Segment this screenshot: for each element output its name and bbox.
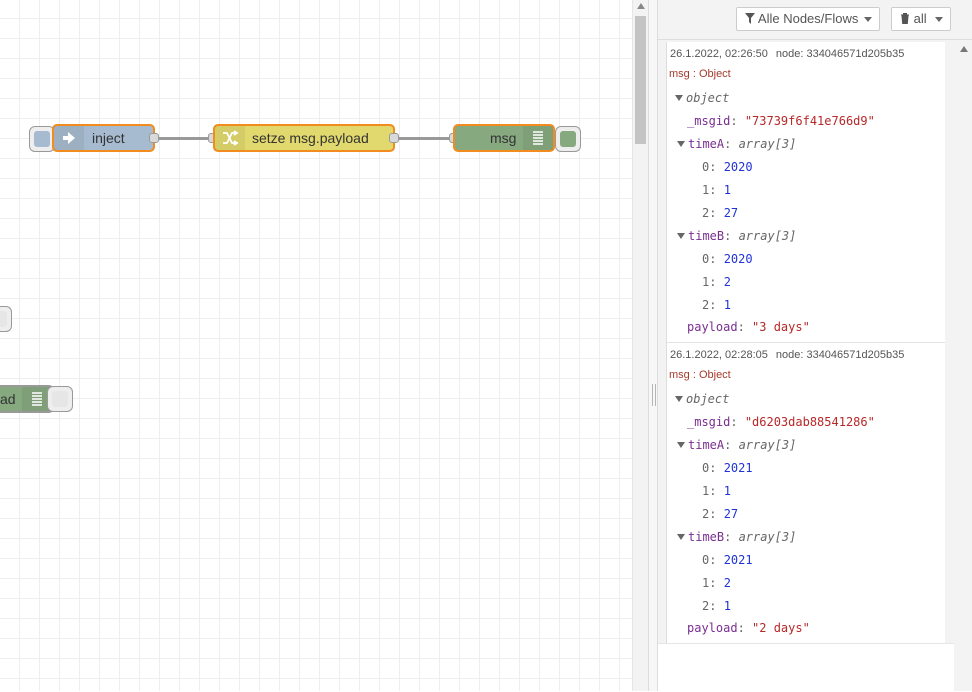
debug-sidebar: Alle Nodes/Flows all 26.1.2022, 02:26:50… (658, 0, 972, 692)
inject-node[interactable]: inject (52, 124, 155, 152)
caret-down-icon (675, 396, 683, 402)
partial-node-button[interactable] (0, 306, 12, 332)
payload-row: payload: "3 days" (687, 320, 810, 334)
grip-icon (652, 384, 656, 406)
scroll-up-icon[interactable] (960, 46, 968, 52)
caret-down-icon (677, 534, 685, 540)
debug-toolbar: Alle Nodes/Flows all (658, 0, 972, 40)
clear-label: all (913, 11, 927, 26)
scroll-up-icon[interactable] (637, 3, 645, 9)
message-topic: msg : Object (669, 68, 731, 80)
caret-down-icon (675, 95, 683, 101)
inject-output-port[interactable] (149, 133, 159, 143)
caret-down-icon (677, 442, 685, 448)
change-node-label: setze msg.payload (252, 130, 369, 146)
flow-workspace[interactable]: inject setze msg.payload msg ad (0, 0, 632, 691)
message-separator (667, 342, 945, 343)
caret-down-icon (677, 233, 685, 239)
timeA-toggle[interactable]: timeA: array[3] (677, 437, 796, 453)
timeA-toggle[interactable]: timeA: array[3] (677, 136, 796, 152)
message-meta: 26.1.2022, 02:26:50 node: 334046571d205b3… (670, 48, 904, 60)
message-meta: 26.1.2022, 02:28:05 node: 334046571d205b3… (670, 349, 904, 361)
array-item: 0: 2021 (702, 553, 753, 567)
partial-debug-node[interactable]: ad (0, 385, 54, 413)
message-timestamp: 26.1.2022, 02:26:50 (670, 48, 768, 60)
filter-icon (745, 13, 755, 24)
trash-icon (901, 13, 909, 25)
message-node-link[interactable]: node: 334046571d205b35 (776, 48, 904, 60)
array-item: 2: 27 (702, 206, 739, 220)
msgid-row: _msgid: "d6203dab88541286" (687, 415, 875, 429)
debug-toggle-button[interactable] (555, 126, 581, 152)
object-toggle[interactable]: object (675, 90, 729, 106)
array-item: 0: 2020 (702, 252, 753, 266)
array-item: 1: 1 (702, 484, 731, 498)
sidebar-scrollbar[interactable] (955, 40, 972, 691)
timeB-toggle[interactable]: timeB: array[3] (677, 529, 796, 545)
chevron-down-icon (864, 17, 872, 22)
array-item: 2: 27 (702, 507, 739, 521)
object-toggle[interactable]: object (675, 391, 729, 407)
array-item: 0: 2021 (702, 461, 753, 475)
timeB-toggle[interactable]: timeB: array[3] (677, 228, 796, 244)
change-node[interactable]: setze msg.payload (213, 124, 395, 152)
wire-change-debug[interactable] (398, 137, 453, 140)
array-item: 2: 1 (702, 298, 731, 312)
partial-debug-toggle-button[interactable] (47, 386, 73, 412)
message-list-footer (658, 643, 954, 692)
chevron-down-icon (935, 17, 943, 22)
scrollbar-thumb[interactable] (635, 16, 646, 144)
partial-debug-node-label: ad (0, 391, 16, 407)
array-item: 2: 1 (702, 599, 731, 613)
object-label: object (686, 392, 730, 406)
array-item: 1: 1 (702, 183, 731, 197)
inject-node-label: inject (92, 130, 125, 146)
array-item: 0: 2020 (702, 160, 753, 174)
wire-inject-change[interactable] (158, 137, 213, 140)
array-item: 1: 2 (702, 275, 731, 289)
clear-dropdown[interactable]: all (891, 7, 951, 31)
array-item: 1: 2 (702, 576, 731, 590)
arrow-in-icon (54, 126, 84, 150)
message-topic: msg : Object (669, 369, 731, 381)
list-lines-icon (523, 126, 553, 150)
message-timestamp: 26.1.2022, 02:28:05 (670, 349, 768, 361)
debug-node[interactable]: msg (453, 124, 555, 152)
change-output-port[interactable] (389, 133, 399, 143)
workspace-scrollbar[interactable] (632, 0, 649, 691)
sidebar-resize-handle[interactable] (648, 0, 658, 691)
debug-message-list: 26.1.2022, 02:26:50 node: 334046571d205b3… (666, 42, 945, 643)
filter-label: Alle Nodes/Flows (757, 11, 859, 26)
message-node-link[interactable]: node: 334046571d205b35 (776, 349, 904, 361)
debug-node-label: msg (490, 130, 517, 146)
shuffle-icon (215, 126, 245, 150)
payload-row: payload: "2 days" (687, 621, 810, 635)
caret-down-icon (677, 141, 685, 147)
msgid-row: _msgid: "73739f6f41e766d9" (687, 114, 875, 128)
filter-dropdown[interactable]: Alle Nodes/Flows (736, 7, 880, 31)
object-label: object (686, 91, 730, 105)
